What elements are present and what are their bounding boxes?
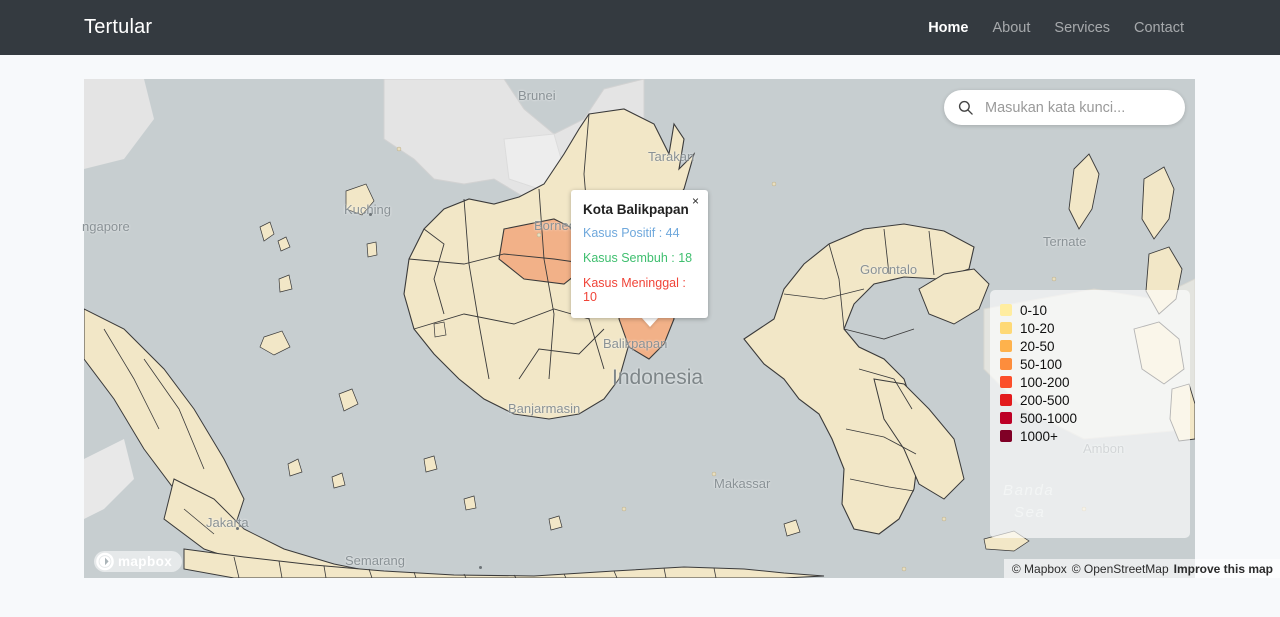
nav-link-contact[interactable]: Contact [1134, 20, 1184, 36]
legend-swatch-icon [1000, 304, 1012, 316]
legend-item: 1000+ [1000, 427, 1190, 445]
attribution-improve-this-map[interactable]: Improve this map [1174, 562, 1273, 576]
nav-links: Home About Services Contact [928, 20, 1184, 36]
legend-label: 20-50 [1020, 338, 1055, 354]
legend-label: 0-10 [1020, 302, 1048, 318]
nav-link-home[interactable]: Home [928, 20, 968, 36]
legend-swatch-icon [1000, 412, 1012, 424]
nav-link-services[interactable]: Services [1054, 20, 1110, 36]
close-icon[interactable]: × [689, 193, 702, 209]
legend-swatch-icon [1000, 358, 1012, 370]
legend-label: 10-20 [1020, 320, 1055, 336]
legend-item: 100-200 [1000, 373, 1190, 391]
popup-stat-positif: Kasus Positif : 44 [583, 226, 680, 240]
popup-stat-meninggal: Kasus Meninggal : 10 [583, 276, 686, 304]
map-legend: 0-10 10-20 20-50 50-100 100-200 200-500 … [990, 290, 1190, 538]
popup-stat-sembuh: Kasus Sembuh : 18 [583, 251, 693, 265]
legend-label: 100-200 [1020, 374, 1070, 390]
legend-swatch-icon [1000, 430, 1012, 442]
mapbox-wordmark-icon: mapbox [94, 551, 182, 572]
nav-link-about[interactable]: About [993, 20, 1031, 36]
map-city-dot-jakarta [236, 527, 239, 530]
popup-pointer [641, 317, 659, 327]
search-input[interactable] [983, 98, 1163, 117]
map-attribution: © Mapbox © OpenStreetMap Improve this ma… [1003, 559, 1280, 578]
search-box[interactable] [944, 90, 1185, 125]
legend-item: 20-50 [1000, 337, 1190, 355]
legend-swatch-icon [1000, 340, 1012, 352]
top-navbar: Tertular Home About Services Contact [0, 0, 1280, 55]
map-city-dot-semarang [479, 566, 482, 569]
svg-text:mapbox: mapbox [118, 554, 172, 569]
legend-item: 500-1000 [1000, 409, 1190, 427]
popup-title: Kota Balikpapan [583, 202, 689, 217]
map-city-dot-kuching [369, 213, 372, 216]
attribution-mapbox[interactable]: © Mapbox [1012, 562, 1067, 576]
legend-label: 500-1000 [1020, 410, 1078, 426]
mapbox-logo[interactable]: mapbox [94, 551, 182, 572]
legend-item: 200-500 [1000, 391, 1190, 409]
legend-item: 50-100 [1000, 355, 1190, 373]
map-feature-popup: × Kota Balikpapan Kasus Positif : 44 Kas… [571, 190, 708, 318]
brand-logo[interactable]: Tertular [84, 16, 152, 39]
legend-swatch-icon [1000, 376, 1012, 388]
attribution-osm[interactable]: © OpenStreetMap [1072, 562, 1169, 576]
legend-label: 50-100 [1020, 356, 1063, 372]
legend-item: 0-10 [1000, 301, 1190, 319]
legend-swatch-icon [1000, 322, 1012, 334]
legend-swatch-icon [1000, 394, 1012, 406]
search-icon [958, 100, 973, 115]
legend-label: 1000+ [1020, 428, 1058, 444]
legend-item: 10-20 [1000, 319, 1190, 337]
legend-label: 200-500 [1020, 392, 1070, 408]
